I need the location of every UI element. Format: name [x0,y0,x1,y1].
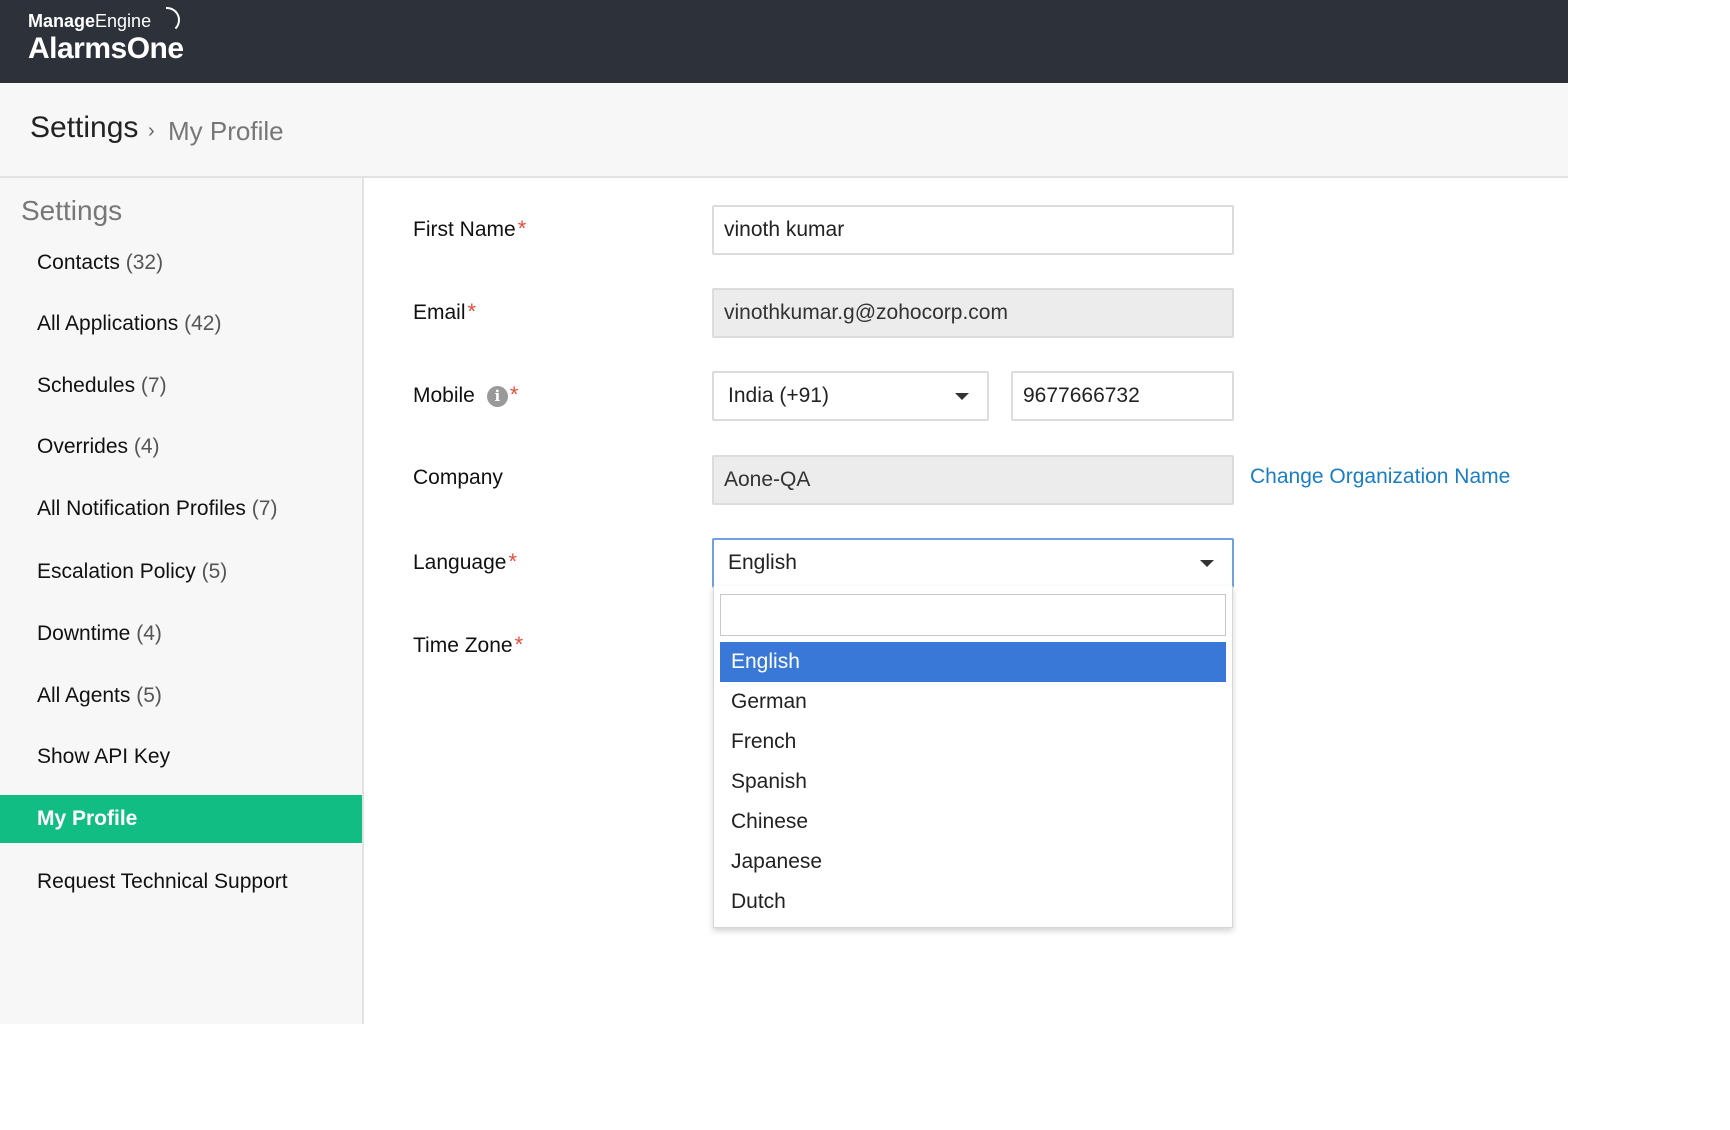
sidebar-item-label: My Profile [37,807,138,830]
required-mark: * [517,216,527,241]
first-name-label: First Name* [413,216,526,242]
company-label-text: Company [413,466,503,489]
sidebar-item-count: (5) [201,560,228,583]
timezone-label-text: Time Zone [413,634,513,657]
brand-company: ManageEngine [28,7,184,33]
sidebar-item-notification-profiles[interactable]: All Notification Profiles (7) [0,485,362,533]
language-option-french[interactable]: French [720,722,1226,762]
sidebar-item-count: (7) [140,374,167,397]
sidebar-item-label: All Applications [37,312,179,335]
sidebar-item-request-support[interactable]: Request Technical Support [0,858,362,906]
email-label-text: Email [413,301,466,324]
sidebar-item-count: (4) [133,435,160,458]
mobile-label-text: Mobile [413,384,475,407]
breadcrumb-separator-icon: › [148,120,155,142]
brand-company-bold: Manage [28,11,96,31]
brand-product: AlarmsOne [28,32,184,65]
sidebar-item-label: All Agents [37,684,131,707]
language-label: Language* [413,549,517,575]
brand-company-light: Engine [95,11,152,31]
email-label: Email* [413,299,476,325]
sidebar-item-count: (5) [136,684,162,707]
sidebar-item-label: Request Technical Support [37,870,288,893]
required-mark: * [467,299,477,324]
dropdown-search-input[interactable] [720,594,1226,636]
country-code-value: India (+91) [728,384,829,407]
sidebar-item-escalation-policy[interactable]: Escalation Policy (5) [0,548,362,596]
sidebar-item-show-api-key[interactable]: Show API Key [0,733,362,781]
top-bar: ManageEngine AlarmsOne [0,0,1568,83]
company-label: Company [413,466,503,490]
language-option-japanese[interactable]: Japanese [720,842,1226,882]
language-dropdown: English German French Spanish Chinese Ja… [713,586,1233,928]
language-select-value: English [728,551,797,574]
sidebar-item-count: (42) [184,312,222,335]
sidebar-item-count: (32) [125,251,164,274]
timezone-label: Time Zone* [413,632,523,658]
chevron-down-icon [955,393,969,400]
sidebar-item-all-agents[interactable]: All Agents (5) [0,672,362,720]
required-mark: * [508,549,517,574]
language-select[interactable]: English [712,538,1234,588]
language-option-german[interactable]: German [720,682,1226,722]
required-mark: * [514,632,524,657]
language-label-text: Language [413,551,507,574]
sidebar-item-count: (7) [251,497,278,520]
sidebar-item-count: (4) [136,622,162,645]
mobile-label: Mobile i * [413,382,518,408]
sidebar-item-downtime[interactable]: Downtime (4) [0,610,362,658]
change-organization-link[interactable]: Change Organization Name [1250,465,1510,489]
breadcrumb-settings[interactable]: Settings [30,111,138,145]
sidebar-item-schedules[interactable]: Schedules (7) [0,362,362,410]
language-option-english[interactable]: English [720,642,1226,682]
sidebar-item-label: Escalation Policy [37,560,196,583]
sidebar-item-label: Downtime [37,622,131,645]
page-header: Settings › My Profile [0,83,1568,178]
sidebar-item-label: Contacts [37,251,120,274]
language-option-dutch[interactable]: Dutch [720,882,1226,922]
sidebar-item-all-applications[interactable]: All Applications (42) [0,300,362,348]
required-mark: * [509,382,519,407]
sidebar-title: Settings [21,195,123,226]
sidebar-item-my-profile[interactable]: My Profile [0,795,362,843]
first-name-label-text: First Name [413,218,516,241]
language-option-chinese[interactable]: Chinese [720,802,1226,842]
first-name-input[interactable]: vinoth kumar [712,205,1234,255]
chevron-down-icon [1200,560,1214,567]
breadcrumb-current: My Profile [168,116,284,146]
info-icon[interactable]: i [486,386,508,407]
sidebar-item-label: Schedules [37,374,136,397]
sidebar-item-label: Overrides [37,435,129,458]
language-option-spanish[interactable]: Spanish [720,762,1226,802]
country-code-select[interactable]: India (+91) [712,371,989,421]
email-input: vinothkumar.g@zohocorp.com [712,288,1234,338]
company-input: Aone-QA [712,455,1234,505]
sidebar-item-label: Show API Key [37,745,171,768]
sidebar-item-contacts[interactable]: Contacts (32) [0,239,362,287]
sidebar-item-overrides[interactable]: Overrides (4) [0,423,362,471]
sidebar: Settings Contacts (32) All Applications … [0,178,364,1024]
brand-logo[interactable]: ManageEngine AlarmsOne [28,7,184,66]
sidebar-item-label: All Notification Profiles [37,497,246,520]
mobile-number-input[interactable]: 9677666732 [1011,371,1234,421]
brand-arc-icon [166,7,180,33]
